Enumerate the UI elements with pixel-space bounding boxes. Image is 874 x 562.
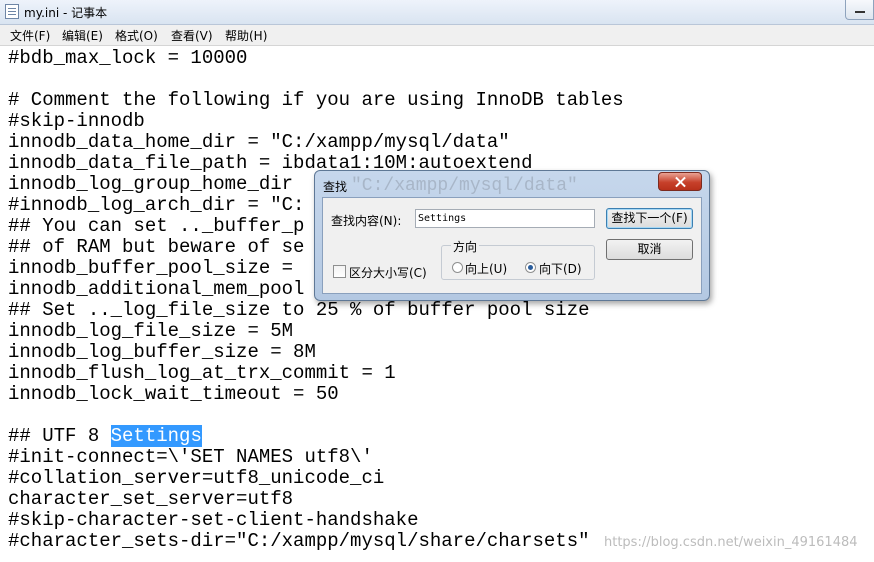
minimize-button[interactable] [845,0,874,20]
text-line: ## Set .._log_file_size to 25 % of buffe… [8,299,590,321]
selected-text: Settings [110,425,202,447]
cancel-button[interactable]: 取消 [606,239,693,260]
text-line: #skip-innodb [8,110,145,132]
text-line: innodb_log_group_home_dir [8,173,294,195]
text-line: ## of RAM but beware of se [8,236,305,258]
title-bar[interactable]: my.ini - 记事本 [0,0,874,25]
text-line: #bdb_max_lock = 10000 [8,47,248,69]
find-label: 查找内容(N): [331,214,402,228]
window-title: my.ini - 记事本 [24,6,108,20]
text-line: innodb_lock_wait_timeout = 50 [8,383,339,405]
text-line: innodb_log_buffer_size = 8M [8,341,316,363]
match-case-checkbox[interactable] [333,265,346,278]
highlight-prefix: ## UTF 8 [8,425,111,447]
menu-file[interactable]: 文件(F) [10,27,50,44]
menu-view[interactable]: 查看(V) [171,27,213,44]
find-next-button[interactable]: 查找下一个(F) [606,208,693,229]
notepad-icon [5,4,19,19]
find-input[interactable] [415,209,595,228]
match-case-label[interactable]: 区分大小写(C) [349,264,427,281]
menu-format[interactable]: 格式(O) [115,27,158,44]
dialog-title-ghost-text: "C:/xampp/mysql/data" [351,176,578,196]
direction-label: 方向 [451,238,480,255]
highlight-line: ## UTF 8 Settings [8,425,202,447]
dialog-title: 查找 [323,180,348,194]
text-line: #innodb_log_arch_dir = "C: [8,194,305,216]
text-line: innodb_flush_log_at_trx_commit = 1 [8,362,396,384]
notepad-window: my.ini - 记事本 文件(F) 编辑(E) 格式(O) 查看(V) 帮助(… [0,0,874,562]
text-line: character_set_server=utf8 [8,488,294,510]
direction-down-radio[interactable] [525,262,536,273]
menu-help[interactable]: 帮助(H) [225,27,267,44]
close-icon[interactable] [658,172,702,191]
text-line: #character_sets-dir="C:/xampp/mysql/shar… [8,530,590,552]
text-line: innodb_additional_mem_pool [8,278,305,300]
text-line: innodb_data_home_dir = "C:/xampp/mysql/d… [8,131,510,153]
menu-edit[interactable]: 编辑(E) [62,27,103,44]
dialog-body: 查找内容(N): 查找下一个(F) 取消 区分大小写(C) 方向 向上(U) 向… [322,197,702,294]
text-line: #collation_server=utf8_unicode_ci [8,467,385,489]
text-line: innodb_log_file_size = 5M [8,320,294,342]
text-line: #skip-character-set-client-handshake [8,509,419,531]
text-line: innodb_buffer_pool_size = [8,257,294,279]
watermark: https://blog.csdn.net/weixin_49161484 [604,535,858,550]
menu-bar: 文件(F) 编辑(E) 格式(O) 查看(V) 帮助(H) [0,25,874,46]
direction-up-radio[interactable] [452,262,463,273]
find-dialog: 查找 "C:/xampp/mysql/data" 查找内容(N): 查找下一个(… [314,170,710,301]
text-line: #init-connect=\'SET NAMES utf8\' [8,446,373,468]
text-line: ## You can set .._buffer_p [8,215,305,237]
direction-down-label[interactable]: 向下(D) [539,260,582,277]
text-line: # Comment the following if you are using… [8,89,624,111]
text-editor[interactable]: #bdb_max_lock = 10000 # Comment the foll… [0,46,874,562]
direction-up-label[interactable]: 向上(U) [465,260,507,277]
